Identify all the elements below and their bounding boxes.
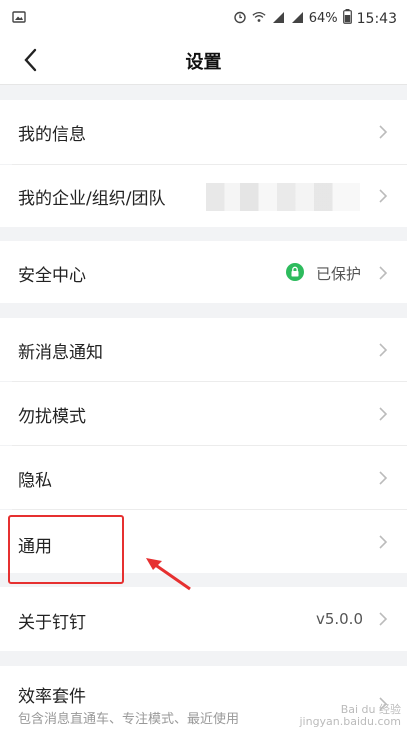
red-arrow-icon xyxy=(146,558,191,591)
battery-percent: 64% xyxy=(308,11,338,26)
chevron-right-icon xyxy=(379,266,388,280)
status-bar: 64% 15:43 xyxy=(0,0,407,36)
row-label: 新消息通知 xyxy=(18,343,103,363)
nav-bar: 设置 xyxy=(0,36,407,85)
row-label: 效率套件 xyxy=(18,687,86,707)
chevron-right-icon xyxy=(379,189,388,203)
row-label: 勿扰模式 xyxy=(18,407,86,427)
chevron-right-icon xyxy=(379,343,388,357)
gallery-notification-icon xyxy=(12,10,26,28)
row-label: 关于钉钉 xyxy=(18,613,86,633)
row-label: 我的企业/组织/团队 xyxy=(18,189,166,209)
row-label: 我的信息 xyxy=(18,125,86,145)
alarm-icon xyxy=(233,10,247,28)
chevron-right-icon xyxy=(379,407,388,421)
signal-icon xyxy=(271,10,285,28)
chevron-right-icon xyxy=(379,612,388,626)
row-label: 隐私 xyxy=(18,471,52,491)
redacted-org-name xyxy=(206,183,360,211)
settings-row-privacy[interactable]: 隐私 xyxy=(0,446,407,509)
highlight-box xyxy=(8,515,124,584)
app-version: v5.0.0 xyxy=(315,610,363,628)
chevron-right-icon xyxy=(379,125,388,139)
watermark: Bai du 经验 jingyan.baidu.com xyxy=(299,703,401,728)
row-sub-label: 包含消息直通车、专注模式、最近使用 xyxy=(18,712,240,727)
chevron-right-icon xyxy=(379,535,388,549)
page-title: 设置 xyxy=(185,52,222,73)
battery-icon xyxy=(342,9,352,28)
settings-row-notifications[interactable]: 新消息通知 xyxy=(0,318,407,381)
signal-icon-2 xyxy=(290,10,304,28)
settings-row-about[interactable]: 关于钉钉 v5.0.0 xyxy=(0,587,407,651)
lock-icon xyxy=(286,263,304,281)
settings-row-my-info[interactable]: 我的信息 xyxy=(0,100,407,164)
row-label: 安全中心 xyxy=(18,266,86,286)
settings-row-security[interactable]: 安全中心 已保护 xyxy=(0,241,407,303)
clock: 15:43 xyxy=(356,10,397,27)
settings-row-dnd[interactable]: 勿扰模式 xyxy=(0,382,407,445)
wifi-icon xyxy=(252,10,266,28)
settings-row-my-org[interactable]: 我的企业/组织/团队 xyxy=(0,165,407,227)
security-status: 已保护 xyxy=(316,265,362,283)
chevron-right-icon xyxy=(379,471,388,485)
